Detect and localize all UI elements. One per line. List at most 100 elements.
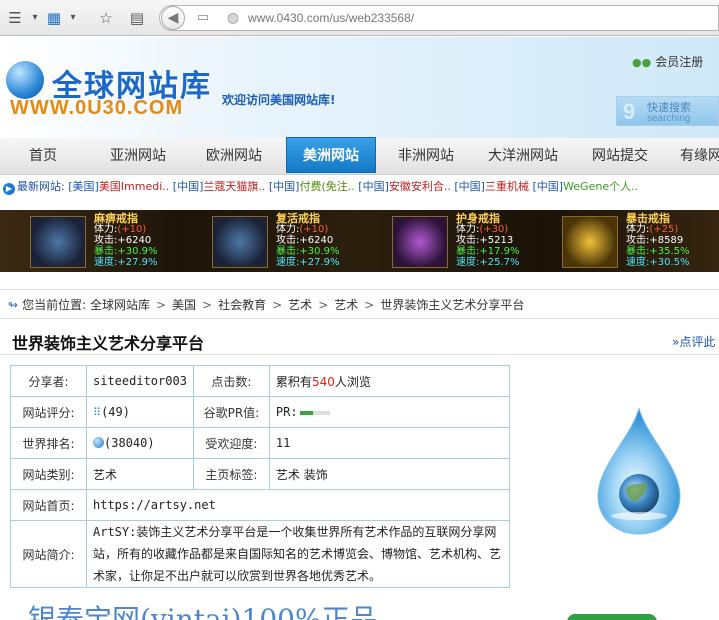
table-row: 世界排名: (38040) 受欢迎度: 11 — [10, 427, 511, 459]
nav-home[interactable]: 首页 — [8, 138, 78, 175]
chevron-down-icon[interactable]: ▾ — [30, 7, 40, 29]
breadcrumb-bar: ↬ 您当前位置: 全球网站库 > 美国 > 社会教育 > 艺术 > 艺术 > 世界装饰主义艺术分享平台 — [0, 289, 719, 319]
breadcrumb-separator: > — [318, 298, 329, 312]
ring-stat-hp: 体力:(+25) — [626, 224, 679, 235]
ring-stat-spd: 速度:+27.9% — [276, 257, 340, 268]
table-row: 网站评分: ⠿(49) 谷歌PR值: PR: — [10, 396, 511, 428]
breadcrumb-item[interactable]: 社会教育 — [218, 298, 266, 312]
nav-europe[interactable]: 欧洲网站 — [194, 138, 274, 175]
ring-stat-crit: 暴击:+17.9% — [456, 246, 520, 257]
ring-stat-atk: 攻击:+8589 — [626, 235, 684, 246]
ticker-item[interactable]: [美国]美国Immedi.. — [68, 180, 169, 193]
main-nav: 首页 亚洲网站 欧洲网站 美洲网站 非洲网站 大洋洲网站 网站提交 有缘网 — [0, 137, 719, 175]
breadcrumb-item-current[interactable]: 世界装饰主义艺术分享平台 — [380, 298, 524, 312]
nav-youyuan[interactable]: 有缘网 — [680, 138, 719, 175]
divider — [0, 354, 719, 355]
globe-logo-icon[interactable] — [6, 61, 44, 99]
category-value[interactable]: 艺术 — [86, 458, 194, 490]
rating-label: 网站评分: — [10, 396, 87, 428]
breadcrumb-prefix: 您当前位置: — [22, 298, 87, 312]
table-row: 网站首页: https://artsy.net — [10, 489, 510, 521]
ticker-item[interactable]: [中国]三重机械 — [454, 180, 529, 193]
ring-card[interactable]: 护身戒指 体力:(+30) 攻击:+5213 暴击:+17.9% 速度:+25.… — [392, 210, 542, 272]
ring-card[interactable]: 暴击戒指 体力:(+25) 攻击:+8589 暴击:+35.5% 速度:+30.… — [562, 210, 719, 272]
logo-domain[interactable]: WWW.0U30.COM — [10, 97, 183, 120]
url-text[interactable]: www.0430.com/us/web233568/ — [248, 6, 414, 30]
member-register-link[interactable]: ●● 会员注册 — [632, 53, 703, 70]
ring-stat-atk: 攻击:+6240 — [276, 235, 334, 246]
pr-value: PR: — [268, 396, 511, 428]
chevron-down-icon[interactable]: ▾ — [68, 7, 78, 29]
ring-stat-spd: 速度:+30.5% — [626, 257, 690, 268]
pr-bar-fill — [299, 410, 314, 415]
ring-stat-hp: 体力:(+10) — [94, 224, 147, 235]
breadcrumb-separator: > — [272, 298, 283, 312]
sharer-value[interactable]: siteeditor003 — [86, 365, 194, 397]
tabs-list-icon[interactable]: ☰ — [2, 7, 28, 29]
ticker-item[interactable]: [中国]WeGene个人.. — [532, 180, 638, 193]
pr-bar — [299, 410, 330, 415]
nav-africa[interactable]: 非洲网站 — [386, 138, 466, 175]
bottom-green-button[interactable] — [567, 614, 657, 620]
ring-stat-spd: 速度:+27.9% — [94, 257, 158, 268]
sharer-label: 分享者: — [10, 365, 87, 397]
ring-stat-crit: 暴击:+30.9% — [276, 246, 340, 257]
nav-submit[interactable]: 网站提交 — [580, 138, 660, 175]
game-ad-banner[interactable]: 麻痹戒指 体力:(+10) 攻击:+6240 暴击:+30.9% 速度:+27.… — [0, 210, 719, 272]
back-arrow-icon[interactable]: ◀ — [161, 6, 185, 30]
breadcrumb-item[interactable]: 艺术 — [334, 298, 358, 312]
ticker-item[interactable]: [中国]安徽安利合.. — [358, 180, 451, 193]
breadcrumb-item[interactable]: 艺术 — [288, 298, 312, 312]
intro-text: ArtSY:装饰主义艺术分享平台是一个收集世界所有艺术作品的互联网分享网站，所有… — [86, 520, 510, 588]
search-label-en: searching — [647, 113, 691, 124]
ring-stat-hp: 体力:(+10) — [276, 224, 329, 235]
homepage-link[interactable]: https://artsy.net — [86, 489, 510, 521]
windows-grid-icon[interactable]: ▦ — [43, 7, 65, 29]
quick-search-button[interactable]: 9 快速搜索 searching — [616, 96, 719, 126]
ring-image — [30, 216, 86, 268]
rating-dots-icon: ⠿ — [93, 406, 102, 419]
rank-label: 世界排名: — [10, 427, 87, 459]
clicks-value: 累积有540人浏览 — [268, 365, 511, 397]
table-row: 网站类别: 艺术 主页标签: 艺术 装饰 — [10, 458, 511, 490]
reading-list-icon[interactable]: ▤ — [126, 7, 148, 29]
bookmark-star-icon[interactable]: ☆ — [94, 7, 118, 29]
page: ☰ ▾ ▦ ▾ ☆ ▤ ◀ ▭ ◍ www.0430.com/us/web233… — [0, 0, 719, 620]
popularity-value: 11 — [268, 427, 511, 459]
table-row: 分享者: siteeditor003 点击数: 累积有540人浏览 — [10, 365, 511, 397]
address-bar[interactable]: ◀ ▭ ◍ www.0430.com/us/web233568/ — [159, 5, 719, 31]
ring-card[interactable]: 麻痹戒指 体力:(+10) 攻击:+6240 暴击:+30.9% 速度:+27.… — [30, 210, 180, 272]
breadcrumb-separator: > — [155, 298, 167, 312]
page-icon: ▭ — [196, 10, 210, 25]
globe-icon — [93, 437, 104, 448]
latest-sites-ticker: ▶ 最新网站: [美国]美国Immedi.. [中国]兰蔻天猫旗.. [中国]付费… — [0, 176, 719, 198]
ticker-item[interactable]: [中国]兰蔻天猫旗.. — [173, 180, 266, 193]
nav-asia[interactable]: 亚洲网站 — [98, 138, 178, 175]
site-thumbnail-image[interactable] — [596, 406, 682, 536]
users-icon: ●● — [632, 56, 652, 69]
ring-stat-hp: 体力:(+30) — [456, 224, 509, 235]
breadcrumb: ↬ 您当前位置: 全球网站库 > 美国 > 社会教育 > 艺术 > 艺术 > 世界装饰主义艺术分享平台 — [8, 296, 524, 313]
site-header: 全球网站库 WWW.0U30.COM 欢迎访问美国网站库! ●● 会员注册 9 快… — [0, 37, 719, 138]
rating-value: ⠿(49) — [86, 396, 194, 428]
intro-label: 网站简介: — [10, 520, 87, 588]
rank-value: (38040) — [86, 427, 194, 459]
table-row: 网站简介: ArtSY:装饰主义艺术分享平台是一个收集世界所有艺术作品的互联网分… — [10, 520, 510, 588]
ticker-item[interactable]: [中国]付费(免注.. — [269, 180, 355, 193]
tags-value[interactable]: 艺术 装饰 — [268, 458, 511, 490]
nav-oceania[interactable]: 大洋洲网站 — [478, 138, 568, 175]
location-icon: ↬ — [8, 298, 19, 312]
ring-stat-atk: 攻击:+6240 — [94, 235, 152, 246]
breadcrumb-separator: > — [202, 298, 213, 312]
breadcrumb-item[interactable]: 美国 — [172, 298, 196, 312]
breadcrumb-item[interactable]: 全球网站库 — [90, 298, 150, 312]
member-register-label: 会员注册 — [655, 55, 704, 69]
tags-label: 主页标签: — [192, 458, 270, 490]
ticker-label: 最新网站: — [17, 180, 65, 193]
bottom-ad-text[interactable]: 银泰宝网(yintai)100%正品 — [28, 598, 378, 620]
comment-link[interactable]: »点评此 — [672, 333, 715, 350]
ring-card[interactable]: 复活戒指 体力:(+10) 攻击:+6240 暴击:+30.9% 速度:+27.… — [212, 210, 362, 272]
search-digit-icon: 9 — [623, 99, 636, 124]
clicks-label: 点击数: — [192, 365, 270, 397]
nav-america[interactable]: 美洲网站 — [286, 137, 376, 173]
